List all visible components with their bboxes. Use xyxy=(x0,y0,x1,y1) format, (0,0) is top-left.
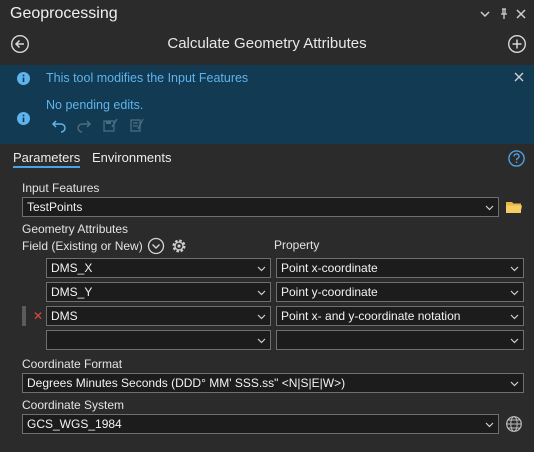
close-icon[interactable] xyxy=(514,7,528,21)
help-icon[interactable] xyxy=(508,150,525,167)
info-message: This tool modifies the Input Features xyxy=(46,71,249,85)
globe-icon[interactable] xyxy=(505,415,523,433)
info-icon xyxy=(17,112,30,125)
coordinate-format-select[interactable]: Degrees Minutes Seconds (DDD° MM' SSS.ss… xyxy=(22,373,524,393)
chevron-down-icon xyxy=(510,338,519,344)
property-value: Point x- and y-coordinate notation xyxy=(281,309,461,323)
pane-title: Geoprocessing xyxy=(10,5,118,22)
field-select-row-1[interactable]: DMS_X xyxy=(46,258,271,278)
chevron-down-icon xyxy=(257,266,266,272)
add-icon[interactable] xyxy=(507,34,527,54)
chevron-down-icon xyxy=(485,205,494,211)
field-select-row-2[interactable]: DMS_Y xyxy=(46,282,271,302)
chevron-down-icon xyxy=(485,422,494,428)
chevron-down-icon xyxy=(257,338,266,344)
redo-icon[interactable] xyxy=(76,117,92,133)
field-column-header: Field (Existing or New) xyxy=(22,239,143,253)
discard-edits-icon[interactable] xyxy=(128,117,144,133)
pending-edits-text: No pending edits. xyxy=(46,98,144,112)
coordinate-format-label: Coordinate Format xyxy=(22,357,123,371)
property-select-row-3[interactable]: Point x- and y-coordinate notation xyxy=(276,306,524,326)
pin-icon[interactable] xyxy=(497,7,511,21)
delete-row-icon[interactable]: ✕ xyxy=(33,309,43,323)
row-drag-handle[interactable] xyxy=(22,306,26,326)
coordinate-system-value: GCS_WGS_1984 xyxy=(27,417,122,431)
undo-icon[interactable] xyxy=(51,117,67,133)
chevron-down-icon xyxy=(510,290,519,296)
tool-title: Calculate Geometry Attributes xyxy=(167,35,367,52)
property-value: Point y-coordinate xyxy=(281,285,378,299)
property-select-row-4[interactable] xyxy=(276,330,524,350)
field-value: DMS_X xyxy=(51,261,93,275)
tab-parameters[interactable]: Parameters xyxy=(13,150,81,168)
save-edits-icon[interactable] xyxy=(102,117,118,133)
gear-icon[interactable] xyxy=(170,237,188,255)
chevron-down-icon xyxy=(257,290,266,296)
coordinate-format-value: Degrees Minutes Seconds (DDD° MM' SSS.ss… xyxy=(27,376,346,390)
chevron-down-icon xyxy=(510,266,519,272)
property-value: Point x-coordinate xyxy=(281,261,378,275)
chevron-down-icon xyxy=(510,381,519,387)
input-features-value: TestPoints xyxy=(27,200,83,214)
field-value: DMS xyxy=(51,309,78,323)
coordinate-system-select[interactable]: GCS_WGS_1984 xyxy=(22,414,499,434)
info-panel: This tool modifies the Input Features No… xyxy=(0,65,534,144)
chevron-down-icon xyxy=(510,314,519,320)
field-select-row-4[interactable] xyxy=(46,330,271,350)
chevron-down-icon[interactable] xyxy=(478,7,492,21)
input-features-label: Input Features xyxy=(22,181,100,195)
folder-icon[interactable] xyxy=(505,198,523,216)
field-value: DMS_Y xyxy=(51,285,93,299)
close-icon[interactable] xyxy=(513,71,525,83)
chevron-down-icon xyxy=(257,314,266,320)
property-select-row-2[interactable]: Point y-coordinate xyxy=(276,282,524,302)
chevron-circle-down-icon[interactable] xyxy=(147,237,165,255)
tab-environments[interactable]: Environments xyxy=(92,150,171,165)
info-icon xyxy=(17,72,30,85)
geometry-attributes-label: Geometry Attributes xyxy=(22,222,129,236)
coordinate-system-label: Coordinate System xyxy=(22,398,125,412)
property-column-header: Property xyxy=(274,238,320,252)
field-select-row-3[interactable]: DMS xyxy=(46,306,271,326)
input-features-select[interactable]: TestPoints xyxy=(22,197,499,217)
property-select-row-1[interactable]: Point x-coordinate xyxy=(276,258,524,278)
